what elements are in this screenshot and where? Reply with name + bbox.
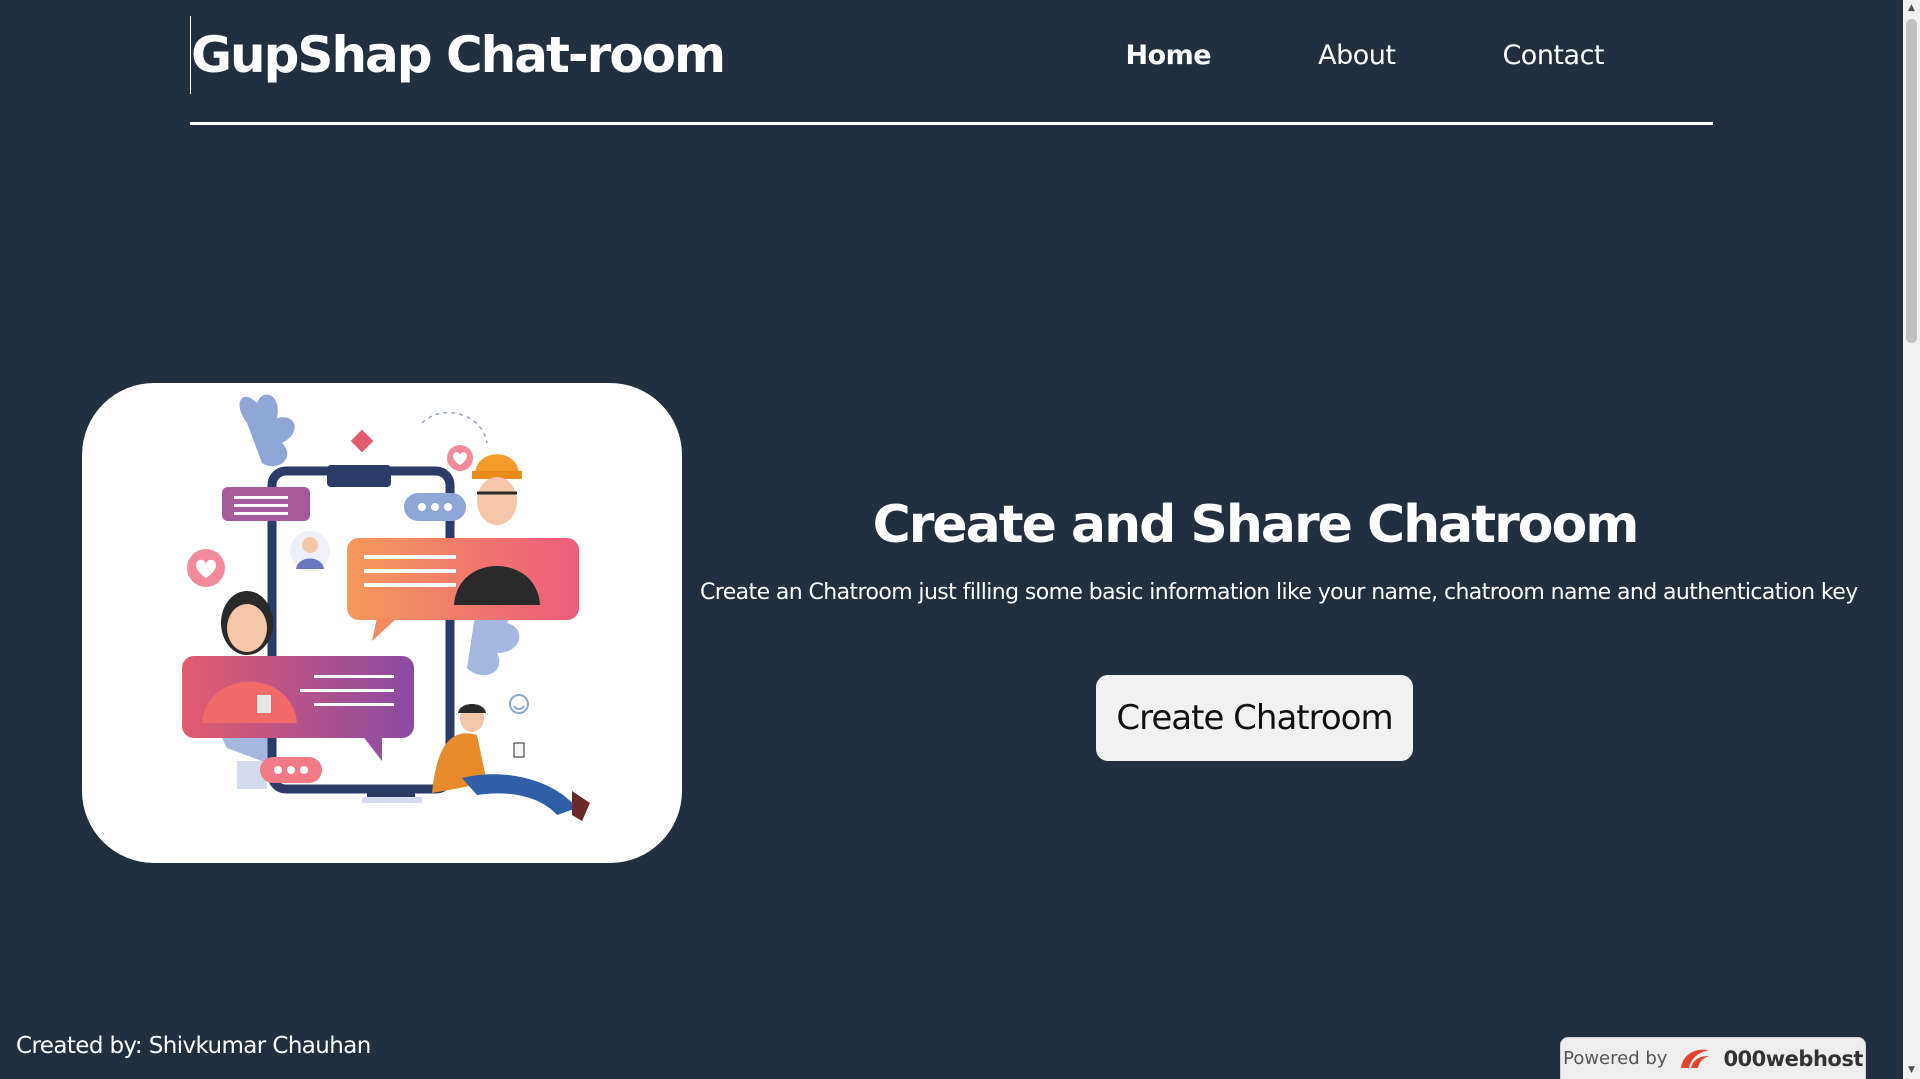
hero-description: Create an Chatroom just filling some bas…	[700, 580, 1858, 605]
chat-illustration	[182, 394, 590, 821]
powered-by-brand: 000webhost	[1723, 1046, 1863, 1071]
hero-illustration-card	[82, 383, 682, 863]
vertical-scrollbar[interactable]: ▲ ▼	[1903, 0, 1920, 1079]
main-nav: Home About Contact	[1126, 36, 1605, 76]
page: GupShap Chat-room Home About Contact Cre…	[0, 0, 1920, 1079]
scroll-down-arrow-icon[interactable]: ▼	[1903, 1062, 1920, 1079]
footer-credit: Created by: Shivkumar Chauhan	[16, 1033, 371, 1059]
hero-title: Create and Share Chatroom	[872, 495, 1640, 555]
nav-about-link[interactable]: About	[1318, 36, 1396, 76]
create-chatroom-button[interactable]: Create Chatroom	[1096, 675, 1413, 761]
nav-contact-link[interactable]: Contact	[1502, 36, 1604, 76]
scroll-thumb[interactable]	[1906, 19, 1917, 343]
site-header: GupShap Chat-room Home About Contact	[190, 0, 1713, 125]
nav-home-link[interactable]: Home	[1126, 36, 1212, 76]
powered-by-badge[interactable]: Powered by 000webhost	[1560, 1037, 1866, 1079]
hero-section: Create and Share Chatroom Create an Chat…	[700, 490, 1858, 610]
powered-by-label: Powered by	[1563, 1048, 1668, 1069]
webhost-logo-icon	[1681, 1049, 1710, 1068]
site-brand[interactable]: GupShap Chat-room	[190, 16, 726, 94]
scroll-up-arrow-icon[interactable]: ▲	[1903, 0, 1920, 17]
